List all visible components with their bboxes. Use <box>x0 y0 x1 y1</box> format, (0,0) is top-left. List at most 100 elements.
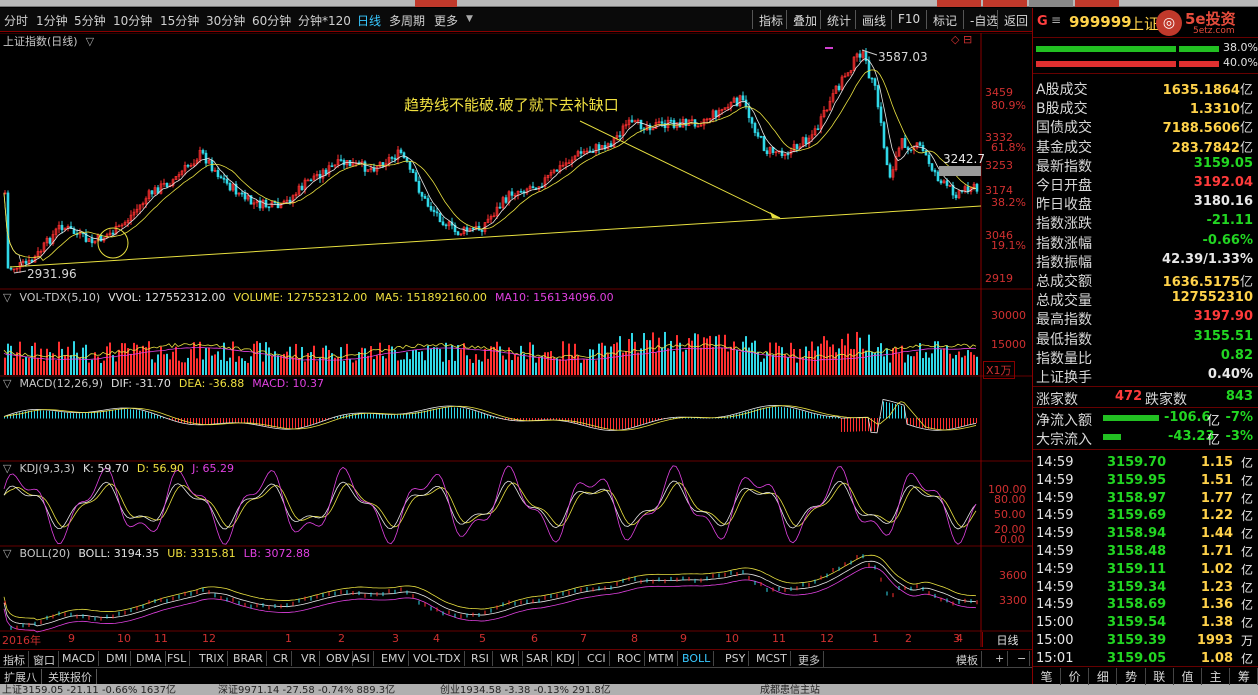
quote-label: 最低指数 <box>1036 331 1092 348</box>
trade-button[interactable] <box>937 0 981 7</box>
sidebar-tab[interactable]: 笔 <box>1033 668 1061 685</box>
active-menu-tab[interactable] <box>415 0 457 7</box>
indicator-tab[interactable]: VOL-TDX <box>410 651 465 666</box>
quote-row: 总成交量 127552310 <box>1033 289 1258 310</box>
low-label: 2931.96 <box>27 267 77 281</box>
indicator-tab[interactable]: DMI <box>103 651 132 666</box>
tick-row: 15:00 3159.39 1993 万 <box>1036 633 1253 648</box>
period-item-active[interactable]: 日线 <box>357 12 381 29</box>
indicator-tab[interactable]: MTM <box>645 651 678 666</box>
quote-value: 3192.04 <box>1193 175 1253 190</box>
status-sh: 上证3159.05 -21.11 -0.66% 1637亿 <box>2 685 176 695</box>
tick-row: 15:01 3159.05 1.08 亿 <box>1036 650 1253 666</box>
sidebar-tab[interactable]: 联 <box>1146 668 1174 685</box>
period-item[interactable]: 1分钟 <box>36 12 68 29</box>
chart-area[interactable]: 上证指数(日线) ▽ ◇ ⊟ 趋势线不能破.破了就下去补缺口 3587.03 29… <box>0 32 1032 647</box>
feature-button[interactable] <box>1075 0 1119 7</box>
account-button[interactable] <box>983 0 1027 7</box>
price-pct-tick: 61.8% <box>991 141 1026 154</box>
indicator-tab[interactable]: ROC <box>614 651 645 666</box>
period-item[interactable]: 更多 <box>434 12 458 29</box>
indicator-tab[interactable]: EMV <box>378 651 409 666</box>
quote-row: 最低指数 3155.51 <box>1033 328 1258 348</box>
indicator-tab[interactable]: CCI <box>584 651 610 666</box>
quote-label: 指数涨跌 <box>1036 216 1092 233</box>
indicator-tab[interactable]: DMA <box>133 651 166 666</box>
indicator-tab[interactable]: TRIX <box>196 651 229 666</box>
indicator-tab[interactable]: ASI <box>349 651 374 666</box>
quote-label: 总成交量 <box>1036 293 1092 310</box>
quote-row: 指数振幅 42.39/1.33% <box>1033 251 1258 271</box>
period-item[interactable]: 分时 <box>4 12 28 29</box>
indicator-tab[interactable]: KDJ <box>553 651 579 666</box>
quote-row: 指数量比 0.82 <box>1033 347 1258 367</box>
kdj-tick: 50.00 <box>994 508 1026 521</box>
period-item[interactable]: 10分钟 <box>113 12 152 29</box>
tick-row: 14:59 3159.70 1.15 亿 <box>1036 455 1253 470</box>
quote-row: 最高指数 3197.90 <box>1033 308 1258 328</box>
annotation-arrow-line[interactable] <box>579 120 781 219</box>
sidebar-tab[interactable]: 筹 <box>1230 668 1258 685</box>
vol-unit-badge: X1万 <box>983 361 1015 379</box>
period-item[interactable]: 60分钟 <box>252 12 291 29</box>
period-toolbar: 分时 1分钟 5分钟 10分钟 15分钟 30分钟 60分钟 分钟*120 日线… <box>0 8 1032 32</box>
indicator-right-button[interactable]: + <box>992 651 1009 666</box>
sidebar-tab[interactable]: 细 <box>1089 668 1118 685</box>
quote-value: 127552310 <box>1171 290 1253 306</box>
tool-button[interactable]: F10 <box>891 10 926 29</box>
quote-value: 1.3310亿 <box>1189 102 1253 118</box>
chart-option-icons[interactable]: ◇ ⊟ <box>951 33 972 46</box>
main-chart-title: 上证指数(日线) ▽ <box>3 35 95 48</box>
indicator-tab[interactable]: WR <box>497 651 523 666</box>
marker-tick <box>825 47 833 49</box>
status-news[interactable]: 成都患信主站 <box>760 684 820 695</box>
tick-row: 14:59 3158.48 1.71 亿 <box>1036 544 1253 559</box>
period-item[interactable]: 5分钟 <box>74 12 106 29</box>
indicator-tab[interactable]: BRAR <box>230 651 267 666</box>
tool-button[interactable]: 指标 <box>752 10 789 29</box>
period-item[interactable]: 多周期 <box>389 12 425 29</box>
tool-button[interactable]: 返回 <box>997 10 1034 29</box>
tool-button[interactable]: 叠加 <box>786 10 823 29</box>
stock-code[interactable]: 999999 <box>1069 13 1132 31</box>
menu-button[interactable] <box>1029 0 1073 7</box>
period-indicator[interactable]: 日线 <box>982 632 1032 647</box>
indicator-right-button[interactable]: − <box>1014 651 1031 666</box>
menu-icon[interactable]: ≡ <box>1051 13 1061 27</box>
time-axis-label: 11 <box>154 632 168 645</box>
indicator-tab[interactable]: PSY <box>722 651 750 666</box>
sidebar-tab[interactable]: 值 <box>1174 668 1202 685</box>
tick-row: 14:59 3159.95 1.51 亿 <box>1036 472 1253 488</box>
tool-button[interactable]: 标记 <box>926 10 963 29</box>
net-inflow-row: 净流入额 -106.6 亿 -7% <box>1036 410 1253 429</box>
tool-button[interactable]: 画线 <box>855 10 892 29</box>
indicator-tab[interactable]: FSL <box>164 651 191 666</box>
status-cy: 创业1934.58 -3.38 -0.13% 291.8亿 <box>440 685 611 695</box>
sidebar-tab[interactable]: 主 <box>1202 668 1231 685</box>
quote-value: 1636.5175亿 <box>1162 275 1253 290</box>
quote-value: 0.82 <box>1220 347 1253 363</box>
time-axis-label: 1 <box>872 632 879 645</box>
indicator-tab[interactable]: VR <box>298 651 321 666</box>
indicator-tab[interactable]: BOLL <box>679 651 715 666</box>
time-axis-label: 4 <box>956 632 963 645</box>
trend-line[interactable] <box>9 205 982 268</box>
indicator-tab[interactable]: MCST <box>753 651 791 666</box>
ext-tab[interactable]: 关联报价 <box>44 669 97 685</box>
chart-annotation-text[interactable]: 趋势线不能破.破了就下去补缺口 <box>404 94 619 115</box>
collapse-icon: ▽ <box>3 462 12 475</box>
ext-tab[interactable]: 扩展八 <box>0 669 42 685</box>
indicator-tab[interactable]: RSI <box>468 651 493 666</box>
tool-button[interactable]: 统计 <box>820 10 857 29</box>
indicator-tab[interactable]: CR <box>270 651 293 666</box>
indicator-tab[interactable]: MACD <box>59 651 99 666</box>
sidebar-tab[interactable]: 势 <box>1118 668 1146 685</box>
dropdown-arrow-icon[interactable]: ▼ <box>466 14 473 24</box>
period-item[interactable]: 分钟*120 <box>298 12 351 29</box>
period-item[interactable]: 30分钟 <box>206 12 245 29</box>
indicator-tab[interactable]: SAR <box>523 651 553 666</box>
period-item[interactable]: 15分钟 <box>160 12 199 29</box>
sidebar-tab[interactable]: 价 <box>1061 668 1090 685</box>
boll-tick: 3300 <box>999 594 1027 607</box>
quote-value: 3159.05 <box>1193 155 1253 171</box>
